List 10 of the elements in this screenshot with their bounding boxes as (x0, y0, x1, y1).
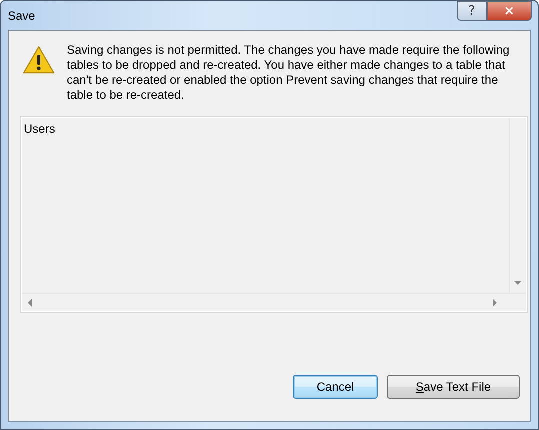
warning-icon (23, 45, 55, 75)
scroll-down-icon[interactable] (514, 281, 522, 286)
table-name[interactable]: Users (24, 122, 507, 136)
cancel-button[interactable]: Cancel (293, 375, 378, 399)
window-title: Save (8, 9, 36, 23)
save-text-file-button[interactable]: Save Text File (387, 375, 520, 399)
scroll-right-icon[interactable] (493, 298, 498, 306)
warning-message: Saving changes is not permitted. The changes you have made require the following tables to be dropped and re-created. You have either made changes to a table that can't be re-created or enabled the option Prevent saving changes that require the table to be re-created. (67, 43, 511, 104)
help-button[interactable]: ? (457, 1, 487, 21)
scroll-left-icon[interactable] (27, 298, 32, 306)
